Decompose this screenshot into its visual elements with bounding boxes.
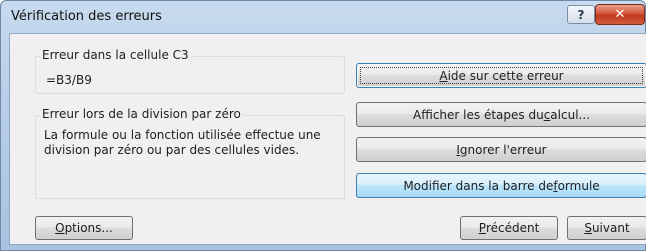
dialog-body: Erreur dans la cellule C3 =B3/B9 Erreur …: [9, 33, 646, 245]
next-button[interactable]: Suivant: [567, 216, 646, 240]
error-formula: =B3/B9: [46, 73, 92, 87]
close-button[interactable]: ✕: [595, 4, 645, 25]
error-type-label: Erreur lors de la division par zéro: [40, 107, 243, 121]
options-button[interactable]: Options...: [35, 216, 133, 240]
ignore-error-button[interactable]: Ignorer l'erreur: [356, 137, 646, 162]
error-checking-dialog: Vérification des erreurs ? ✕ Erreur dans…: [0, 0, 646, 251]
question-icon: ?: [577, 7, 585, 22]
edit-in-formula-bar-button[interactable]: Modifier dans la barre de f ormule: [356, 173, 646, 198]
previous-button[interactable]: Précédent: [460, 216, 558, 240]
error-description-line-1: La formule ou la fonction utilisée effec…: [44, 128, 321, 142]
error-cell-group: Erreur dans la cellule C3 =B3/B9: [35, 48, 345, 94]
help-button[interactable]: ?: [567, 5, 595, 24]
close-icon: ✕: [614, 7, 626, 22]
error-cell-label: Erreur dans la cellule C3: [40, 48, 191, 62]
show-calculation-steps-button[interactable]: Afficher les étapes du c alcul...: [356, 102, 646, 127]
dialog-title: Vérification des erreurs: [11, 9, 162, 24]
error-description-line-2: division par zéro ou par des cellules vi…: [44, 143, 300, 157]
error-type-group: Erreur lors de la division par zéro La f…: [35, 107, 345, 199]
help-on-error-button[interactable]: Aide sur cette erreur: [356, 63, 646, 88]
